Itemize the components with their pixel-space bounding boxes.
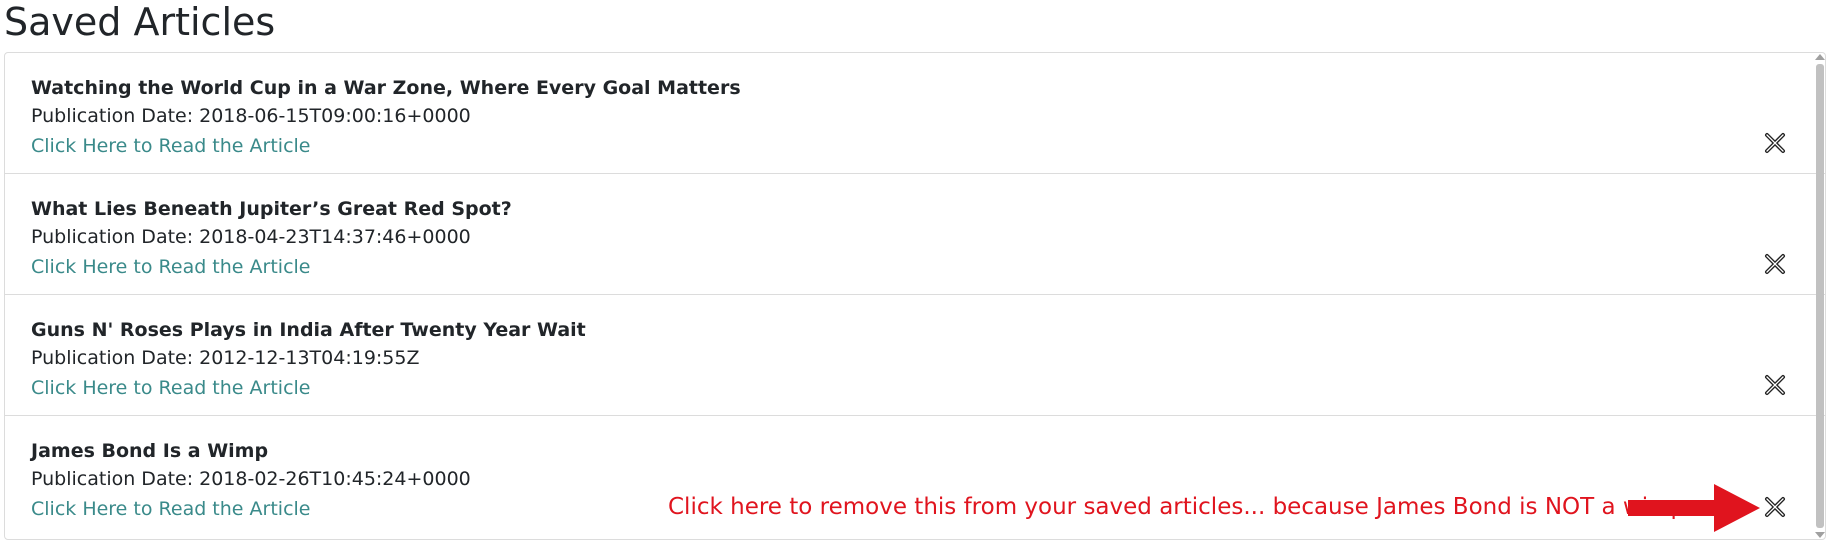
remove-article-button[interactable]: [1761, 250, 1789, 278]
article-date-line: Publication Date: 2012-12-13T04:19:55Z: [31, 343, 1799, 373]
remove-article-button[interactable]: [1761, 129, 1789, 157]
article-date-line: Publication Date: 2018-06-15T09:00:16+000…: [31, 101, 1799, 131]
publication-date-label: Publication Date:: [31, 347, 194, 369]
article-title: Watching the World Cup in a War Zone, Wh…: [31, 77, 741, 99]
article-title: Guns N' Roses Plays in India After Twent…: [31, 319, 586, 341]
article-date-line: Publication Date: 2018-04-23T14:37:46+000…: [31, 222, 1799, 252]
article-item: Guns N' Roses Plays in India After Twent…: [5, 295, 1825, 416]
publication-date: 2018-04-23T14:37:46+0000: [199, 226, 471, 248]
scrollbar-thumb[interactable]: [1816, 64, 1824, 528]
publication-date-label: Publication Date:: [31, 105, 194, 127]
close-x-icon: [1765, 133, 1785, 153]
remove-article-button[interactable]: [1761, 371, 1789, 399]
article-title: James Bond Is a Wimp: [31, 440, 269, 462]
publication-date: 2018-06-15T09:00:16+0000: [199, 105, 471, 127]
article-date-line: Publication Date: 2018-02-26T10:45:24+000…: [31, 464, 1799, 494]
article-item: What Lies Beneath Jupiter’s Great Red Sp…: [5, 174, 1825, 295]
read-article-link[interactable]: Click Here to Read the Article: [31, 373, 310, 403]
article-title: What Lies Beneath Jupiter’s Great Red Sp…: [31, 198, 512, 220]
read-article-link[interactable]: Click Here to Read the Article: [31, 252, 310, 282]
scroll-up-arrow-icon[interactable]: [1815, 54, 1825, 60]
page: Saved Articles Watching the World Cup in…: [0, 0, 1840, 550]
read-article-link[interactable]: Click Here to Read the Article: [31, 494, 310, 524]
publication-date-label: Publication Date:: [31, 468, 194, 490]
close-x-icon: [1765, 254, 1785, 274]
read-article-link[interactable]: Click Here to Read the Article: [31, 131, 310, 161]
close-x-icon: [1765, 375, 1785, 395]
page-title: Saved Articles: [4, 0, 276, 44]
publication-date: 2012-12-13T04:19:55Z: [199, 347, 420, 369]
saved-articles-list: Watching the World Cup in a War Zone, Wh…: [4, 52, 1826, 540]
publication-date-label: Publication Date:: [31, 226, 194, 248]
scroll-down-arrow-icon[interactable]: [1815, 532, 1825, 538]
article-item: Watching the World Cup in a War Zone, Wh…: [5, 53, 1825, 174]
publication-date: 2018-02-26T10:45:24+0000: [199, 468, 471, 490]
arrow-right-icon: [1628, 484, 1760, 532]
vertical-scrollbar[interactable]: [1814, 52, 1826, 540]
close-x-icon: [1765, 497, 1785, 517]
annotation-text: Click here to remove this from your save…: [668, 494, 1693, 520]
remove-article-button[interactable]: [1761, 493, 1789, 521]
